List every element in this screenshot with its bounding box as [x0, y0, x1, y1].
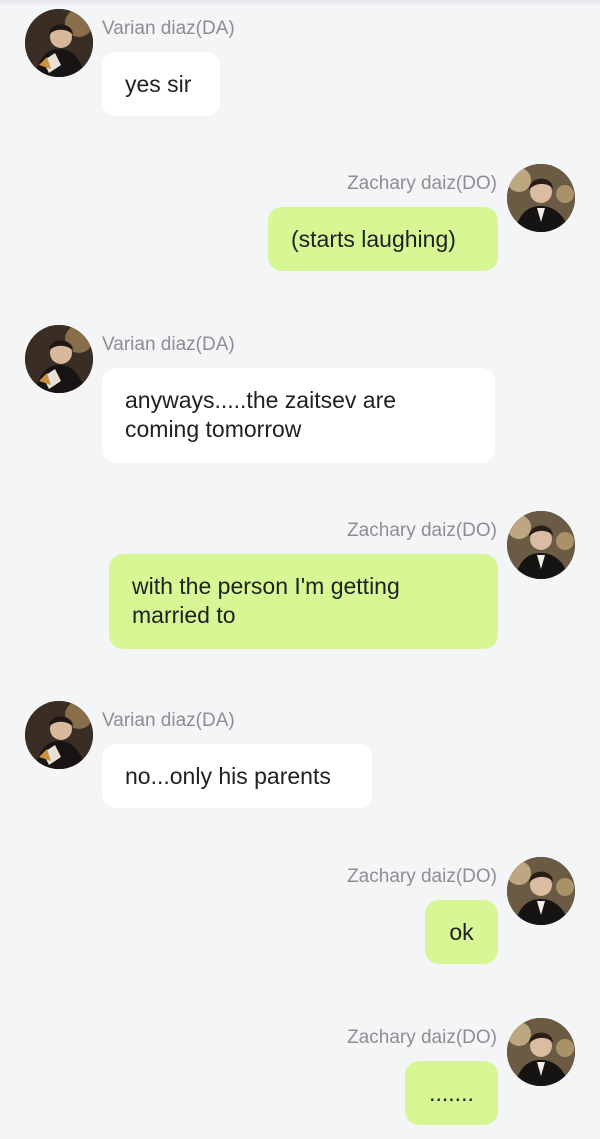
message-bubble[interactable]: (starts laughing): [268, 207, 498, 271]
varian-avatar-icon[interactable]: [25, 325, 93, 393]
message-bubble[interactable]: ok: [425, 900, 498, 964]
chat-thread[interactable]: Varian diaz(DA) yes sir Zachary daiz(DO)…: [0, 0, 600, 1139]
sender-name: Varian diaz(DA): [102, 18, 235, 39]
zachary-avatar-icon[interactable]: [507, 511, 575, 579]
message-bubble[interactable]: with the person I'm getting married to: [109, 554, 498, 649]
sender-name: Varian diaz(DA): [102, 334, 235, 355]
varian-avatar-icon[interactable]: [25, 9, 93, 77]
zachary-avatar-icon[interactable]: [507, 1018, 575, 1086]
zachary-avatar-icon[interactable]: [507, 857, 575, 925]
message-bubble[interactable]: .......: [405, 1061, 498, 1125]
message-bubble[interactable]: no...only his parents: [102, 744, 372, 808]
sender-name: Zachary daiz(DO): [347, 866, 497, 887]
varian-avatar-icon[interactable]: [25, 701, 93, 769]
sender-name: Zachary daiz(DO): [347, 1027, 497, 1048]
message-bubble[interactable]: anyways.....the zaitsev are coming tomor…: [102, 368, 495, 463]
sender-name: Zachary daiz(DO): [347, 173, 497, 194]
sender-name: Zachary daiz(DO): [347, 520, 497, 541]
message-bubble[interactable]: yes sir: [102, 52, 220, 116]
zachary-avatar-icon[interactable]: [507, 164, 575, 232]
sender-name: Varian diaz(DA): [102, 710, 235, 731]
